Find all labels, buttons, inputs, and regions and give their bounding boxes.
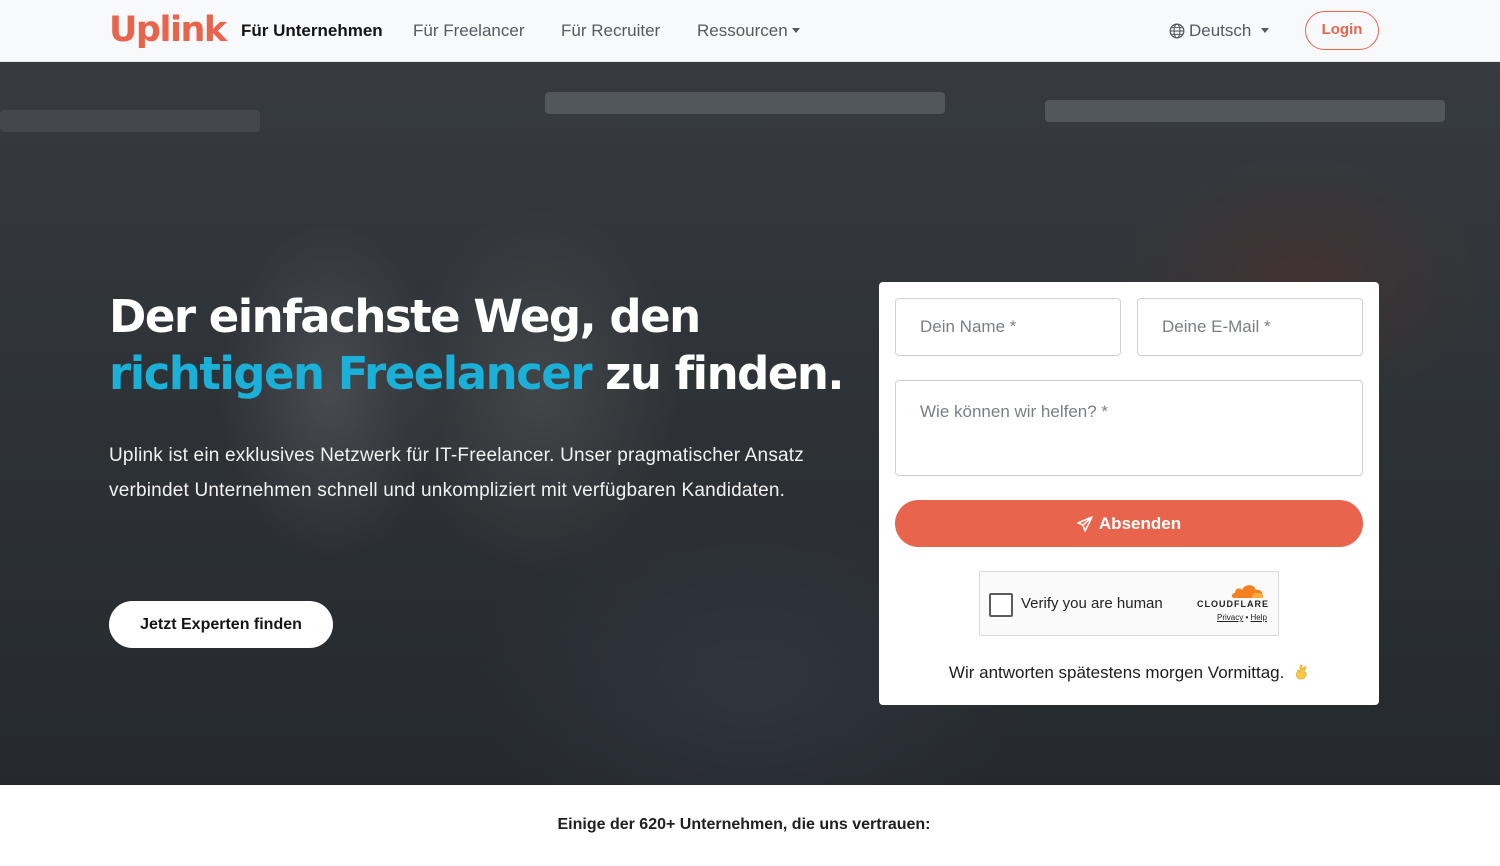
top-navbar: Uplink Für Unternehmen Für Freelancer Fü… [0, 0, 1500, 62]
hero-title: Der einfachste Weg, den richtigen Freela… [109, 288, 849, 402]
name-input[interactable]: Dein Name * [895, 298, 1121, 356]
caret-down-icon [1261, 28, 1270, 33]
cloudflare-captcha: Verify you are human CLOUDFLARE Privacy … [979, 571, 1279, 636]
hero-title-line1: Der einfachste Weg, den [109, 290, 701, 343]
submit-label: Absenden [1098, 514, 1182, 533]
hero-title-highlight: richtigen Freelancer [109, 347, 593, 400]
hero-description: Uplink ist ein exklusives Netzwerk für I… [109, 445, 804, 501]
captcha-checkbox[interactable] [989, 593, 1013, 617]
login-button[interactable]: Login [1305, 11, 1379, 50]
nav-item-fuer-recruiter[interactable]: Für Recruiter [561, 20, 660, 42]
paper-plane-icon [1077, 516, 1093, 532]
ressourcen-label: Ressourcen [697, 21, 788, 40]
reply-note: Wir antworten spätestens morgen Vormitta… [879, 663, 1379, 683]
contact-form-card: Dein Name * Deine E-Mail * Wie können wi… [879, 282, 1379, 705]
language-label: Deutsch [1189, 21, 1252, 40]
email-input[interactable]: Deine E-Mail * [1137, 298, 1363, 356]
trust-heading: Einige der 620+ Unternehmen, die uns ver… [557, 816, 931, 833]
nav-item-ressourcen[interactable]: Ressourcen [697, 20, 800, 42]
caret-down-icon [791, 28, 800, 33]
captcha-privacy-link[interactable]: Privacy [1217, 613, 1243, 622]
crossed-fingers-emoji-icon [1296, 664, 1307, 680]
uplink-logo[interactable]: Uplink [109, 9, 227, 51]
captcha-link-separator: • [1245, 613, 1249, 622]
cloudflare-cloud-icon [1231, 585, 1264, 598]
captcha-help-link[interactable]: Help [1251, 613, 1267, 622]
captcha-links: Privacy • Help [1217, 613, 1267, 622]
cloudflare-brand: CLOUDFLARE [1197, 599, 1269, 609]
message-textarea[interactable]: Wie können wir helfen? * [895, 380, 1363, 476]
nav-item-fuer-unternehmen[interactable]: Für Unternehmen [241, 20, 383, 42]
hero-section: Der einfachste Weg, den richtigen Freela… [0, 62, 1500, 785]
nav-item-fuer-freelancer[interactable]: Für Freelancer [413, 20, 524, 42]
submit-button[interactable]: Absenden [895, 500, 1363, 547]
reply-note-text: Wir antworten spätestens morgen Vormitta… [948, 663, 1285, 682]
captcha-label: Verify you are human [1021, 595, 1163, 612]
language-selector[interactable]: Deutsch [1169, 20, 1270, 42]
globe-icon [1169, 23, 1185, 39]
hero-title-rest: zu finden. [591, 347, 844, 400]
trust-section: Einige der 620+ Unternehmen, die uns ver… [0, 785, 1500, 866]
find-experts-button[interactable]: Jetzt Experten finden [109, 601, 333, 648]
